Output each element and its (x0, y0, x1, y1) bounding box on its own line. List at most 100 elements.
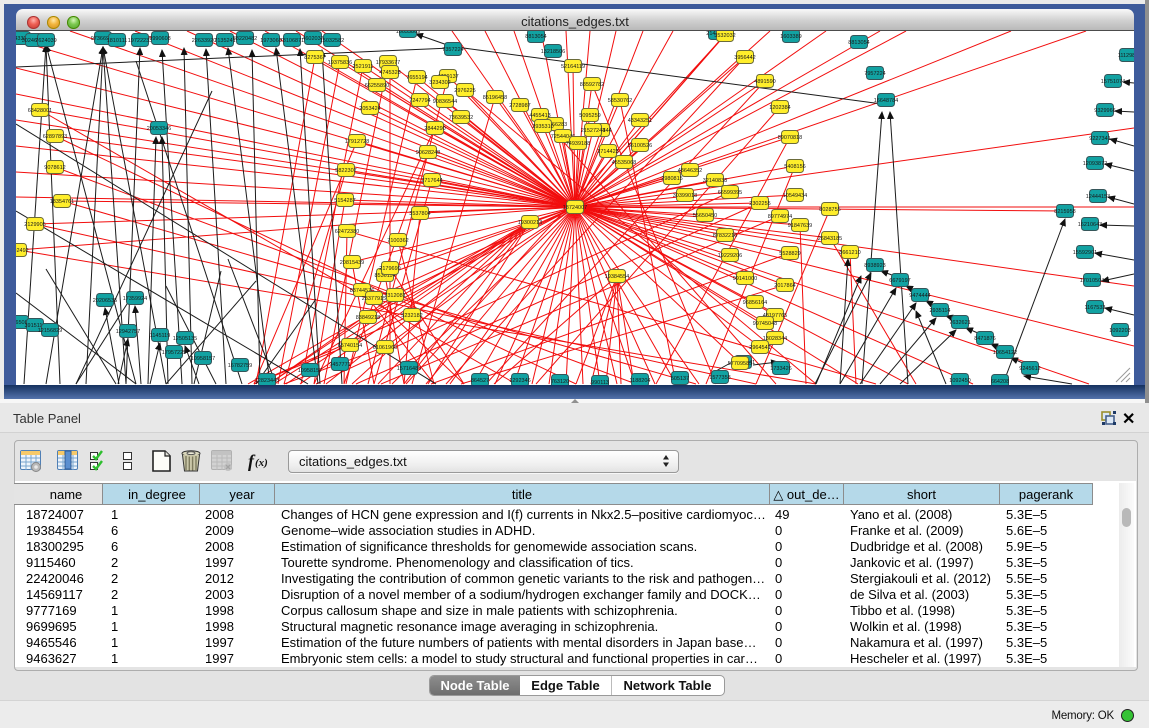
svg-text:2935310: 2935310 (532, 124, 553, 130)
svg-text:9474444: 9474444 (909, 293, 930, 299)
svg-text:22633920: 22633920 (192, 38, 216, 44)
svg-text:78106871: 78106871 (280, 38, 304, 44)
svg-text:91847639: 91847639 (788, 223, 812, 229)
svg-text:1188204: 1188204 (629, 378, 650, 384)
svg-text:2129905: 2129905 (24, 222, 45, 228)
svg-text:2935114: 2935114 (929, 308, 950, 314)
svg-text:12505135: 12505135 (173, 336, 197, 342)
svg-text:16782759: 16782759 (228, 363, 252, 369)
svg-text:19300213: 19300213 (518, 220, 542, 226)
svg-text:864527: 864527 (471, 378, 489, 384)
svg-text:8028755: 8028755 (819, 207, 840, 213)
svg-text:20053346: 20053346 (147, 126, 171, 132)
svg-text:19375836: 19375836 (328, 60, 352, 66)
svg-text:1292346: 1292346 (509, 378, 530, 384)
svg-text:48646352: 48646352 (678, 168, 702, 174)
svg-text:2017864: 2017864 (774, 283, 795, 289)
svg-text:1603389: 1603389 (780, 34, 801, 40)
svg-text:20815439: 20815439 (340, 260, 364, 266)
svg-text:4891590: 4891590 (754, 79, 775, 85)
svg-text:990113: 990113 (591, 380, 609, 385)
svg-text:2844290: 2844290 (424, 126, 445, 132)
svg-text:8275367: 8275367 (304, 55, 325, 61)
svg-text:7100362: 7100362 (387, 238, 408, 244)
svg-text:15716485: 15716485 (397, 366, 421, 372)
svg-text:66255890: 66255890 (365, 83, 389, 89)
svg-text:1973060: 1973060 (260, 38, 281, 44)
svg-text:63428001: 63428001 (28, 108, 52, 114)
svg-text:26843185: 26843185 (818, 236, 842, 242)
svg-text:15751074: 15751074 (1101, 79, 1125, 85)
svg-text:65740154: 65740154 (338, 343, 362, 349)
svg-text:7632621: 7632621 (949, 320, 970, 326)
svg-text:74939188: 74939188 (566, 141, 590, 147)
svg-text:57709585: 57709585 (728, 361, 752, 367)
svg-text:61061966: 61061966 (373, 345, 397, 351)
svg-text:3532032: 3532032 (714, 33, 735, 39)
svg-text:90628248: 90628248 (416, 150, 440, 156)
svg-text:2053424: 2053424 (359, 106, 380, 112)
svg-text:9227341: 9227341 (1089, 136, 1110, 142)
svg-text:21527244: 21527244 (581, 128, 605, 134)
svg-text:10958157: 10958157 (298, 368, 322, 374)
svg-text:87832216: 87832216 (713, 233, 737, 239)
svg-text:12156829: 12156829 (38, 328, 62, 334)
svg-text:8813054: 8813054 (525, 34, 546, 40)
svg-text:83849218: 83849218 (356, 315, 380, 321)
svg-text:73639532: 73639532 (449, 115, 473, 121)
svg-text:1167533: 1167533 (1084, 305, 1105, 311)
svg-text:7624039: 7624039 (35, 38, 56, 44)
svg-text:9990608: 9990608 (149, 36, 170, 42)
svg-text:2976225: 2976225 (454, 88, 475, 94)
svg-text:52164119: 52164119 (561, 64, 585, 70)
svg-text:15592901: 15592901 (1073, 250, 1097, 256)
svg-text:8661210: 8661210 (839, 250, 860, 256)
svg-text:7357224: 7357224 (442, 47, 463, 53)
svg-text:13218506: 13218506 (541, 49, 565, 55)
svg-text:2980815: 2980815 (661, 176, 682, 182)
svg-text:1145119: 1145119 (150, 333, 171, 339)
svg-text:10958157: 10958157 (191, 356, 215, 362)
svg-text:8471876: 8471876 (974, 336, 995, 342)
svg-text:17010504: 17010504 (1080, 278, 1104, 284)
svg-text:56100526: 56100526 (628, 143, 652, 149)
svg-text:20206535: 20206535 (93, 298, 117, 304)
svg-text:1092203: 1092203 (1109, 328, 1130, 334)
svg-text:2717644: 2717644 (421, 178, 442, 184)
svg-text:1733426: 1733426 (770, 366, 791, 372)
svg-text:12093872: 12093872 (1083, 161, 1107, 167)
svg-text:45535068: 45535068 (612, 160, 636, 166)
svg-text:4745328: 4745328 (379, 70, 400, 76)
svg-text:2302255: 2302255 (749, 201, 770, 207)
svg-text:9457771: 9457771 (329, 362, 350, 368)
svg-text:8813054: 8813054 (848, 40, 869, 46)
svg-text:6679197: 6679197 (889, 278, 910, 284)
svg-text:18724007: 18724007 (563, 205, 587, 211)
svg-text:7655194: 7655194 (406, 75, 427, 81)
svg-text:17912728: 17912728 (345, 139, 369, 145)
svg-text:12942757: 12942757 (116, 329, 140, 335)
svg-text:9329966: 9329966 (1094, 108, 1115, 114)
svg-text:3537804: 3537804 (409, 211, 430, 217)
svg-text:1092450: 1092450 (949, 378, 970, 384)
svg-text:5095259: 5095259 (579, 113, 600, 119)
svg-text:5232182: 5232182 (401, 313, 422, 319)
svg-text:12823448: 12823448 (255, 378, 279, 384)
svg-text:763120: 763120 (551, 379, 569, 385)
svg-text:5154287: 5154287 (334, 198, 355, 204)
svg-text:96856164: 96856164 (743, 300, 767, 306)
svg-text:66599395: 66599395 (718, 190, 742, 196)
svg-text:7312081: 7312081 (384, 293, 405, 299)
svg-text:19384554: 19384554 (605, 274, 629, 280)
svg-text:89774974: 89774974 (768, 214, 792, 220)
svg-text:85196458: 85196458 (483, 95, 507, 101)
svg-text:10549434: 10549434 (783, 193, 807, 199)
svg-text:62897893: 62897893 (43, 134, 67, 140)
svg-text:15032582: 15032582 (320, 38, 344, 44)
svg-text:664208: 664208 (991, 379, 1009, 385)
svg-text:19229206: 19229206 (718, 253, 742, 259)
svg-text:2714423: 2714423 (597, 149, 618, 155)
svg-text:62472380: 62472380 (335, 229, 359, 235)
svg-text:2521911: 2521911 (352, 64, 373, 70)
svg-text:9245612: 9245612 (1019, 366, 1040, 372)
